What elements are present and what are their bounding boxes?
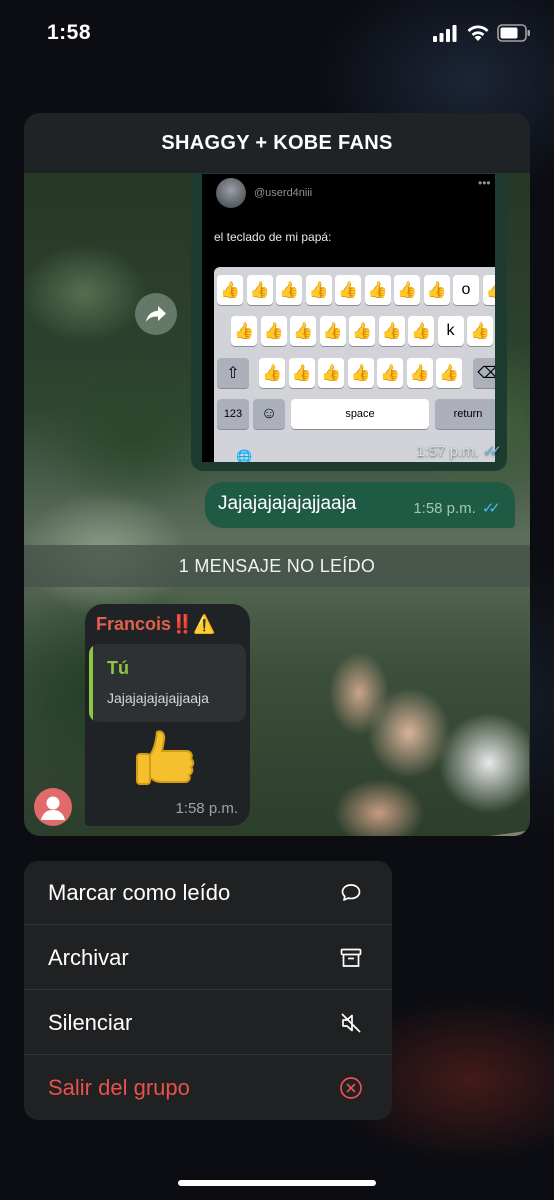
tweet-username: @userd4niii: [254, 187, 313, 199]
keyboard-key: 👍: [259, 358, 285, 388]
chat-title: SHAGGY + KOBE FANS: [24, 113, 530, 173]
keyboard-key: 👍: [318, 358, 344, 388]
image-message-time: 1:57 p.m. ✓✓: [416, 442, 502, 461]
menu-item-label: Silenciar: [48, 1009, 133, 1035]
menu-item-leave-group[interactable]: Salir del grupo: [24, 1056, 392, 1120]
keyboard-key: 👍: [335, 275, 361, 305]
keyboard-key: 👍: [319, 316, 346, 346]
emoji-key: ☺: [253, 399, 285, 429]
quote-accent-bar: [89, 644, 93, 722]
archive-icon: [340, 948, 362, 967]
keyboard-key: 👍: [290, 316, 316, 346]
keyboard-key: 👍: [217, 275, 243, 305]
menu-item-mark-read[interactable]: Marcar como leído: [24, 861, 392, 925]
return-key: return: [435, 399, 495, 429]
keyboard-key: 👍: [467, 316, 493, 346]
keyboard-key: 👍: [436, 358, 462, 388]
keyboard-key: 👍: [364, 275, 391, 305]
keyboard-key: 👍: [406, 358, 433, 388]
keyboard-row-4: 123 ☺ space return: [217, 399, 495, 429]
keyboard-key: 👍: [377, 358, 403, 388]
globe-icon: 🌐: [236, 449, 253, 462]
tweet-avatar: [216, 178, 246, 208]
keyboard-key: 👍: [378, 316, 405, 346]
keyboard-key: 👍: [305, 275, 332, 305]
keyboard-key: 👍: [394, 275, 420, 305]
cellular-signal-icon: [433, 25, 457, 42]
keyboard-key: 👍: [408, 316, 434, 346]
wifi-icon: [467, 25, 489, 41]
read-ticks-icon: ✓✓: [482, 443, 502, 460]
keyboard-key: 👍: [347, 358, 374, 388]
keyboard-key: 👍: [349, 316, 375, 346]
menu-item-label: Archivar: [48, 944, 129, 970]
thumbs-up-emoji-icon: [136, 730, 195, 785]
quote-text: Jajajajajajajjaaja: [107, 690, 209, 706]
forward-arrow-icon: [146, 306, 166, 322]
status-time: 1:58: [47, 21, 92, 44]
leave-circle-x-icon: [340, 1077, 362, 1099]
unread-messages-banner: 1 MENSAJE NO LEÍDO: [24, 545, 530, 587]
keyboard-row-3-keys: 👍 👍 👍 👍 👍 👍 👍: [259, 358, 466, 388]
reply-quote[interactable]: Tú Jajajajajajajjaaja: [89, 644, 246, 722]
keyboard-key: 👍: [423, 275, 450, 305]
wallpaper-photo-person: [289, 653, 529, 836]
keyboard-row-1: 👍👍👍👍👍👍👍👍o👍: [217, 275, 495, 305]
keyboard-key: 👍: [288, 358, 315, 388]
space-key: space: [291, 399, 429, 429]
context-menu: Marcar como leído Archivar Silenciar Sal…: [24, 861, 392, 1120]
battery-icon: [497, 24, 530, 42]
sender-avatar[interactable]: [34, 788, 72, 826]
image-time-text: 1:57 p.m.: [416, 442, 479, 460]
incoming-message-time: 1:58 p.m.: [175, 800, 238, 817]
keyboard-image: 👍👍👍👍👍👍👍👍o👍 👍👍👍👍👍👍👍k👍 ⇧ 👍👍👍👍👍👍👍 ⌫ 123 ☺ s…: [214, 267, 495, 462]
keyboard-key: 👍: [260, 316, 287, 346]
tweet-text: el teclado de mi papá:: [214, 230, 332, 244]
outgoing-text-message[interactable]: Jajajajajajajjaaja 1:58 p.m. ✓✓: [205, 482, 515, 528]
message-time: 1:58 p.m.: [413, 499, 476, 517]
menu-item-archive[interactable]: Archivar: [24, 926, 392, 990]
tweet-screenshot: @userd4niii ••• el teclado de mi papá: 👍…: [202, 174, 495, 462]
chat-preview-card[interactable]: SHAGGY + KOBE FANS @userd4niii ••• el te…: [24, 113, 530, 836]
keyboard-row-3: ⇧ 👍 👍 👍 👍 👍 👍 👍 ⌫: [217, 358, 495, 388]
keyboard-key: 👍: [276, 275, 302, 305]
forward-button[interactable]: [135, 293, 177, 335]
message-text: Jajajajajajajjaaja: [218, 493, 357, 514]
quote-author: Tú: [107, 658, 129, 678]
home-indicator[interactable]: [178, 1180, 376, 1186]
menu-item-label: Salir del grupo: [48, 1075, 190, 1100]
key-123: 123: [217, 399, 249, 429]
person-icon: [41, 796, 65, 820]
menu-item-mute[interactable]: Silenciar: [24, 991, 392, 1055]
read-ticks-icon: ✓✓: [481, 500, 501, 517]
sender-name[interactable]: Francois‼️⚠️: [96, 614, 216, 635]
keyboard-row-2: 👍 👍 👍 👍 👍 👍 👍 k 👍: [231, 316, 495, 346]
keyboard-key: 👍: [231, 316, 257, 346]
chat-bubble-icon: [341, 883, 361, 901]
status-bar: 1:58: [0, 0, 554, 66]
shift-key: ⇧: [217, 358, 249, 388]
keyboard-key: 👍: [246, 275, 273, 305]
backspace-key: ⌫: [472, 358, 495, 388]
menu-item-label: Marcar como leído: [48, 879, 231, 905]
keyboard-key: o: [453, 275, 479, 305]
more-dots-icon: •••: [478, 176, 491, 190]
incoming-message-bubble[interactable]: Francois‼️⚠️ Tú Jajajajajajajjaaja 1:58 …: [85, 604, 250, 826]
keyboard-key: k: [437, 316, 464, 346]
keyboard-key: 👍: [482, 275, 495, 305]
image-message-bubble[interactable]: @userd4niii ••• el teclado de mi papá: 👍…: [191, 171, 507, 471]
mute-icon: [341, 1012, 361, 1033]
message-meta: 1:58 p.m. ✓✓: [413, 499, 501, 518]
